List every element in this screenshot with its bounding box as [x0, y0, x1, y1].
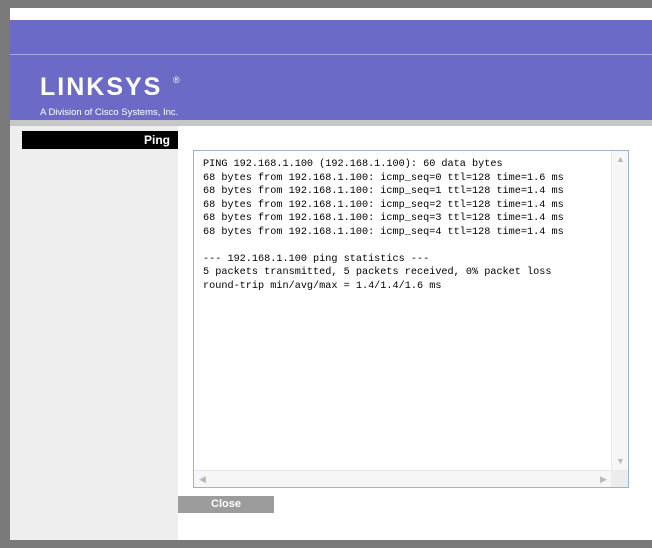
- scroll-left-arrow-icon[interactable]: ◀: [194, 471, 211, 488]
- header-banner: LINKSYS ® A Division of Cisco Systems, I…: [10, 20, 652, 120]
- linksys-logo: LINKSYS: [40, 73, 163, 101]
- horizontal-scrollbar[interactable]: ◀ ▶: [194, 470, 612, 487]
- scroll-right-arrow-icon[interactable]: ▶: [595, 471, 612, 488]
- vertical-scrollbar[interactable]: ▲ ▼: [611, 151, 628, 487]
- scrollbar-corner: [611, 470, 628, 487]
- sidebar: [10, 126, 178, 540]
- ping-output-textarea[interactable]: PING 192.168.1.100 (192.168.1.100): 60 d…: [193, 150, 629, 488]
- close-button[interactable]: Close: [178, 496, 274, 513]
- header-divider: [10, 54, 652, 55]
- registered-mark: ®: [173, 75, 180, 85]
- logo-tagline: A Division of Cisco Systems, Inc.: [40, 107, 179, 118]
- page-title: Ping: [22, 131, 178, 149]
- scroll-down-arrow-icon[interactable]: ▼: [612, 453, 629, 470]
- scroll-up-arrow-icon[interactable]: ▲: [612, 151, 629, 168]
- ping-output-text: PING 192.168.1.100 (192.168.1.100): 60 d…: [203, 159, 564, 292]
